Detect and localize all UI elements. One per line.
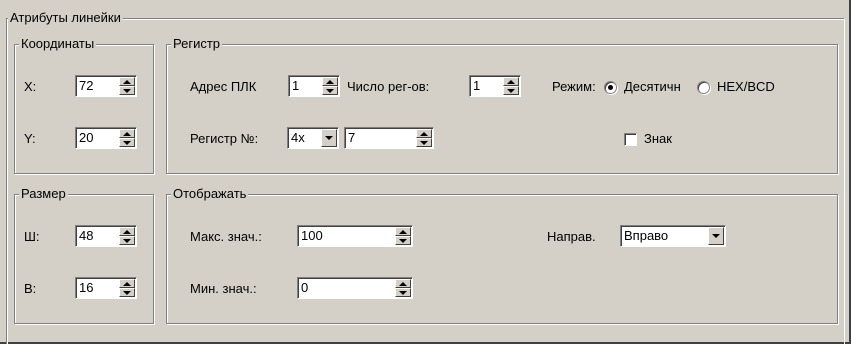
register-number-spinner[interactable]: 7 xyxy=(344,127,434,149)
mode-decimal-radio[interactable] xyxy=(604,81,617,94)
spin-down-arrow-icon[interactable] xyxy=(395,288,411,297)
y-label: Y: xyxy=(24,131,36,146)
mode-hex-radio[interactable] xyxy=(697,81,710,94)
spin-down-arrow-icon[interactable] xyxy=(416,138,432,147)
plc-address-spin-buttons[interactable] xyxy=(322,77,338,95)
min-value-spin-buttons[interactable] xyxy=(395,279,411,297)
max-value-label: Макс. знач.: xyxy=(190,229,262,244)
x-value: 72 xyxy=(79,78,94,93)
register-type-value: 4x xyxy=(291,130,305,145)
spin-down-arrow-icon[interactable] xyxy=(503,86,519,95)
register-number-label: Регистр №: xyxy=(190,131,259,146)
register-legend: Регистр xyxy=(171,36,223,52)
display-legend: Отображать xyxy=(171,186,249,202)
min-value-spinner[interactable]: 0 xyxy=(297,277,413,299)
ruler-attributes-panel: Атрибуты линейки Координаты X: 72 Y: 20 … xyxy=(0,0,851,344)
register-number-value: 7 xyxy=(348,130,356,145)
width-spin-buttons[interactable] xyxy=(119,227,135,245)
plc-address-spinner[interactable]: 1 xyxy=(288,75,340,97)
register-count-label: Число рег-ов: xyxy=(347,79,430,94)
chevron-down-icon[interactable] xyxy=(708,227,724,245)
coordinates-group: Координаты X: 72 Y: 20 xyxy=(14,36,154,174)
size-group: Размер Ш: 48 В: 16 xyxy=(14,186,154,324)
x-spinner[interactable]: 72 xyxy=(75,75,137,97)
direction-value: Вправо xyxy=(624,228,669,243)
height-spin-buttons[interactable] xyxy=(119,279,135,297)
register-group: Регистр Адрес ПЛК 1 Число рег-ов: 1 Режи… xyxy=(166,36,838,174)
display-group: Отображать Макс. знач.: 100 Направ. Впра… xyxy=(166,186,838,324)
height-label: В: xyxy=(24,281,37,296)
plc-address-value: 1 xyxy=(292,78,300,93)
spin-up-arrow-icon[interactable] xyxy=(119,279,135,288)
sign-label[interactable]: Знак xyxy=(644,131,672,147)
spin-down-arrow-icon[interactable] xyxy=(119,236,135,245)
register-type-select[interactable]: 4x xyxy=(287,127,339,149)
width-value: 48 xyxy=(79,228,94,243)
register-count-spin-buttons[interactable] xyxy=(503,77,519,95)
ruler-attributes-title: Атрибуты линейки xyxy=(8,10,123,26)
y-spinner[interactable]: 20 xyxy=(75,127,137,149)
spin-down-arrow-icon[interactable] xyxy=(119,138,135,147)
max-value-spinner[interactable]: 100 xyxy=(297,225,413,247)
y-value: 20 xyxy=(79,130,94,145)
width-spinner[interactable]: 48 xyxy=(75,225,137,247)
direction-select[interactable]: Вправо xyxy=(620,225,726,247)
direction-label: Направ. xyxy=(547,229,596,244)
spin-up-arrow-icon[interactable] xyxy=(119,227,135,236)
spin-up-arrow-icon[interactable] xyxy=(503,77,519,86)
max-value: 100 xyxy=(301,228,323,243)
spin-down-arrow-icon[interactable] xyxy=(322,86,338,95)
spin-up-arrow-icon[interactable] xyxy=(119,77,135,86)
spin-down-arrow-icon[interactable] xyxy=(395,236,411,245)
spin-up-arrow-icon[interactable] xyxy=(395,227,411,236)
register-count-value: 1 xyxy=(473,78,481,93)
sign-checkbox[interactable] xyxy=(624,133,637,146)
coordinates-legend: Координаты xyxy=(19,36,97,52)
spin-down-arrow-icon[interactable] xyxy=(119,86,135,95)
x-spin-buttons[interactable] xyxy=(119,77,135,95)
max-value-spin-buttons[interactable] xyxy=(395,227,411,245)
mode-hex-label[interactable]: HEX/BCD xyxy=(717,79,775,95)
spin-up-arrow-icon[interactable] xyxy=(119,129,135,138)
chevron-down-icon[interactable] xyxy=(321,129,337,147)
radio-selected-dot xyxy=(608,85,613,90)
size-legend: Размер xyxy=(19,186,68,202)
min-value-label: Мин. знач.: xyxy=(190,281,257,296)
spin-up-arrow-icon[interactable] xyxy=(395,279,411,288)
mode-label: Режим: xyxy=(552,79,596,94)
spin-up-arrow-icon[interactable] xyxy=(416,129,432,138)
y-spin-buttons[interactable] xyxy=(119,129,135,147)
min-value: 0 xyxy=(301,280,309,295)
height-value: 16 xyxy=(79,280,94,295)
x-label: X: xyxy=(24,79,37,94)
register-count-spinner[interactable]: 1 xyxy=(469,75,521,97)
width-label: Ш: xyxy=(24,229,40,244)
register-number-spin-buttons[interactable] xyxy=(416,129,432,147)
mode-decimal-label[interactable]: Десятичн xyxy=(624,79,681,95)
height-spinner[interactable]: 16 xyxy=(75,277,137,299)
plc-address-label: Адрес ПЛК xyxy=(190,79,257,94)
spin-up-arrow-icon[interactable] xyxy=(322,77,338,86)
spin-down-arrow-icon[interactable] xyxy=(119,288,135,297)
